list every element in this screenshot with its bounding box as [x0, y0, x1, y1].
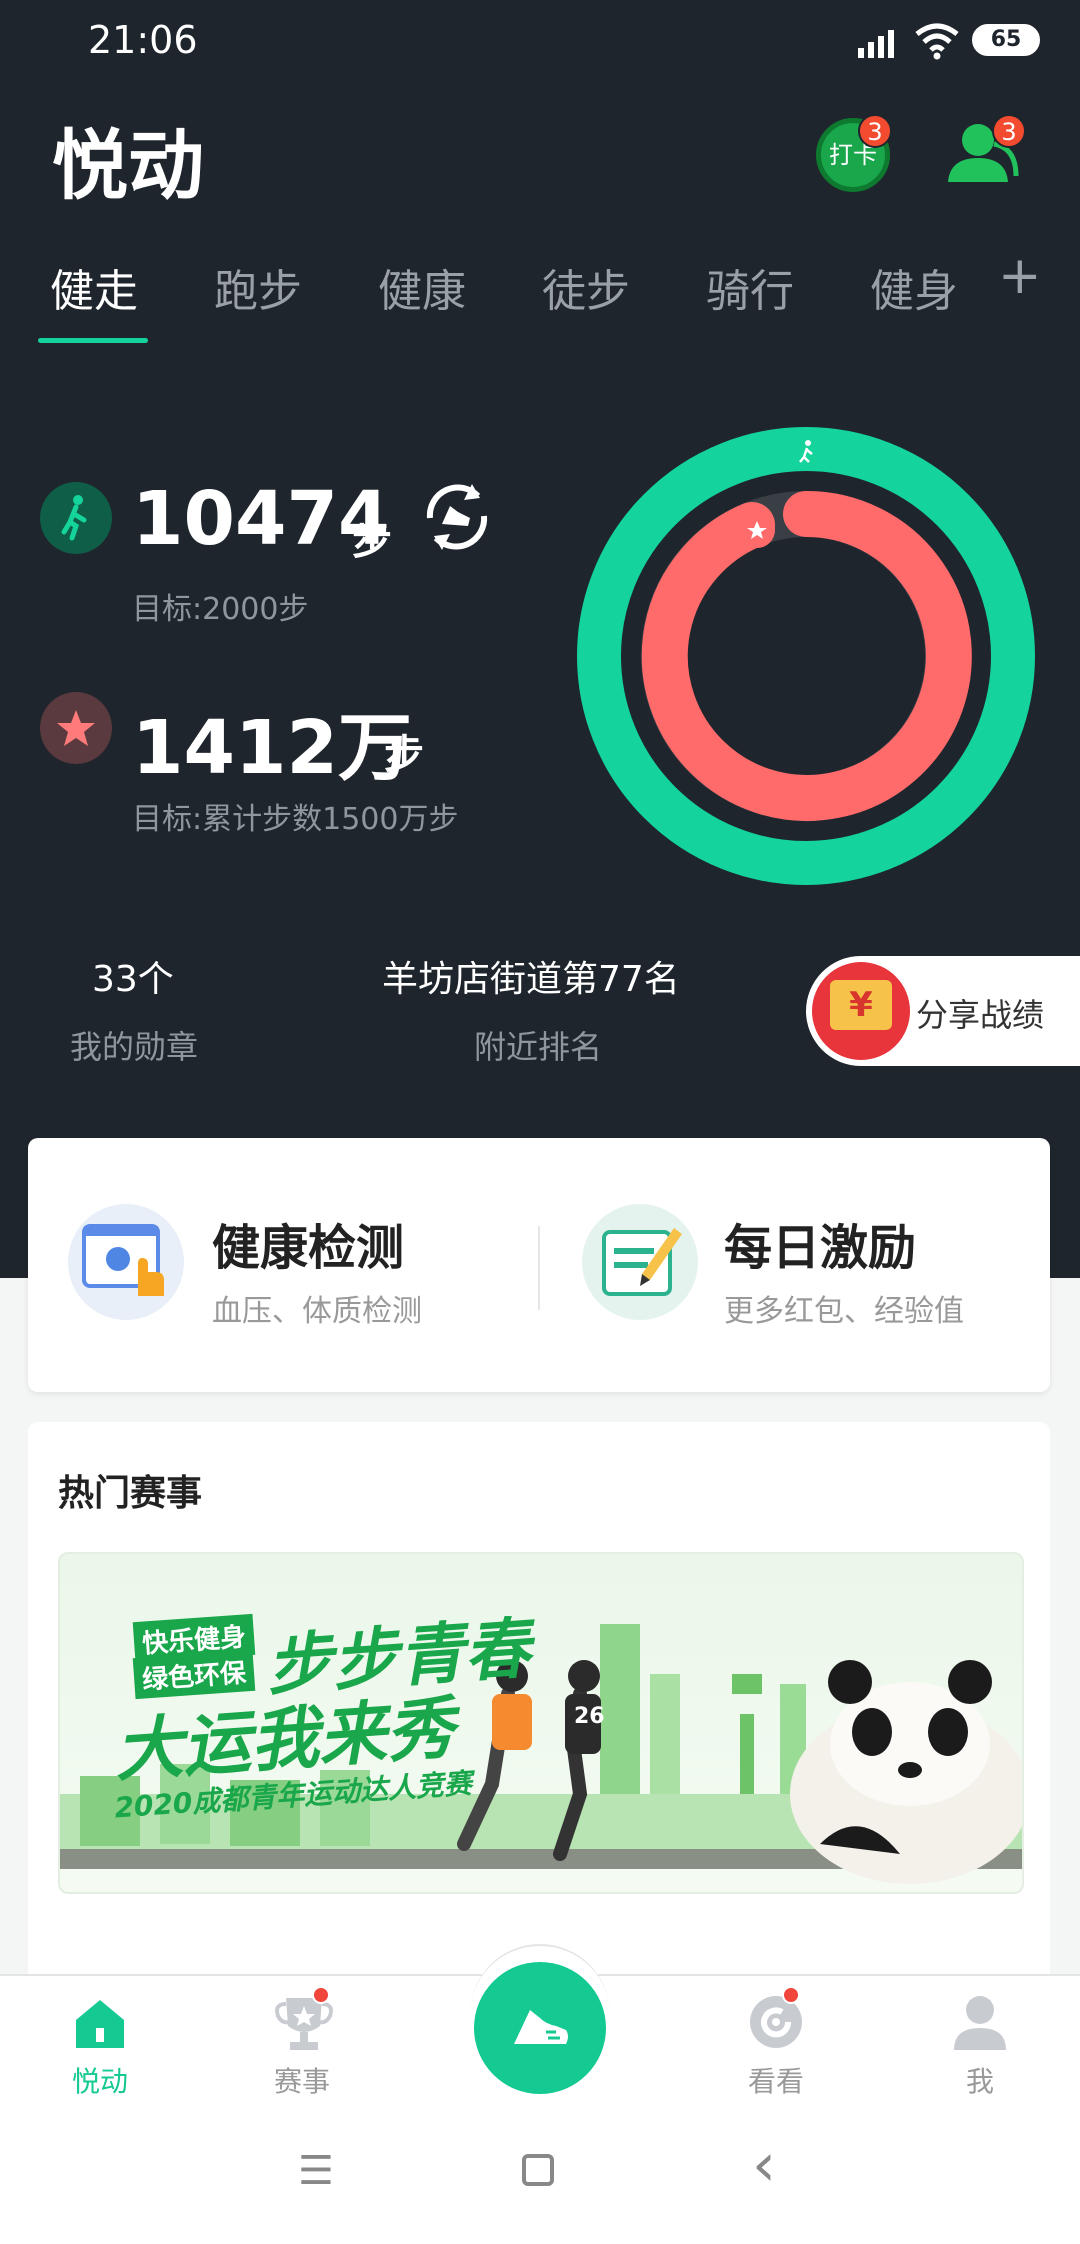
signal-icon — [858, 26, 902, 64]
event-banner[interactable]: 快乐健身 绿色环保 步步青春 大运我来秀 2020成都青年运动达人竞赛 26 — [58, 1552, 1024, 1894]
checkin-badge: 3 — [858, 114, 892, 148]
home-icon[interactable] — [70, 1994, 130, 2058]
tab-walk[interactable]: 健走 — [50, 255, 138, 319]
health-check-icon — [68, 1204, 184, 1320]
back-icon[interactable]: ‹ — [752, 2130, 776, 2200]
nav-label-home[interactable]: 悦动 — [40, 2060, 160, 2100]
steps-unit: 步 — [352, 518, 392, 564]
menu-icon[interactable]: ☰ — [298, 2148, 334, 2194]
daily-reward-card[interactable]: 每日激励 更多红包、经验值 — [540, 1138, 1050, 1392]
quick-cards: 健康检测 血压、体质检测 每日激励 更多红包、经验值 — [28, 1138, 1050, 1392]
add-tab-button[interactable]: + — [998, 246, 1042, 306]
total-steps-unit: 步 — [384, 732, 424, 778]
health-check-card[interactable]: 健康检测 血压、体质检测 — [28, 1138, 538, 1392]
share-button[interactable]: ¥ 分享战绩 — [806, 956, 1080, 1066]
rank-value: 羊坊店街道第77名 — [382, 959, 680, 1000]
tab-hike[interactable]: 徒步 — [542, 255, 630, 319]
total-steps-value: 1412万 — [132, 705, 412, 791]
tab-run[interactable]: 跑步 — [214, 255, 302, 319]
medals-label[interactable]: 我的勋章 — [70, 1022, 198, 1068]
page-title: 悦动 — [52, 121, 204, 210]
health-check-title: 健康检测 — [212, 1220, 405, 1276]
person-icon[interactable] — [950, 1992, 1010, 2056]
daily-reward-subtitle: 更多红包、经验值 — [724, 1294, 964, 1329]
discover-notification-dot — [782, 1986, 800, 2004]
health-check-subtitle: 血压、体质检测 — [212, 1294, 422, 1329]
banner-jersey-number: 26 — [574, 1704, 605, 1729]
steps-goal: 目标:2000步 — [132, 592, 309, 627]
status-time: 21:06 — [88, 18, 198, 62]
nav-label-me[interactable]: 我 — [920, 2060, 1040, 2100]
shoe-icon — [514, 2010, 568, 2044]
medals-value: 33个 — [92, 959, 174, 1000]
events-section: 热门赛事 快乐健身 绿色环保 步步青春 大运我来秀 2020成都青年运动达人竞赛… — [28, 1422, 1050, 1982]
wifi-icon — [914, 22, 960, 64]
share-label: 分享战绩 — [916, 996, 1045, 1034]
walk-icon — [40, 482, 112, 554]
tab-cycle[interactable]: 骑行 — [706, 255, 794, 319]
rank-label[interactable]: 附近排名 — [474, 1022, 602, 1068]
tab-health[interactable]: 健康 — [378, 255, 466, 319]
red-envelope-icon: ¥ — [812, 962, 910, 1060]
nav-label-events[interactable]: 赛事 — [242, 2060, 362, 2100]
home-system-icon[interactable] — [522, 2154, 554, 2186]
nav-label-discover[interactable]: 看看 — [716, 2060, 836, 2100]
events-notification-dot — [312, 1986, 330, 2004]
steps-value: 10474 — [132, 476, 390, 562]
events-title: 热门赛事 — [58, 1473, 203, 1514]
start-workout-button[interactable] — [474, 1962, 606, 2094]
daily-reward-title: 每日激励 — [724, 1220, 917, 1276]
daily-reward-icon — [582, 1204, 698, 1320]
tab-fitness[interactable]: 健身 — [870, 255, 958, 319]
sync-shoe-icon[interactable] — [418, 478, 496, 560]
total-steps-goal: 目标:累计步数1500万步 — [132, 802, 459, 837]
progress-rings — [576, 426, 1036, 890]
active-tab-indicator — [38, 338, 148, 343]
battery-icon: 65 — [972, 24, 1040, 56]
inner-ring — [641, 490, 972, 821]
friends-badge: 3 — [992, 114, 1026, 148]
star-icon — [40, 692, 112, 764]
